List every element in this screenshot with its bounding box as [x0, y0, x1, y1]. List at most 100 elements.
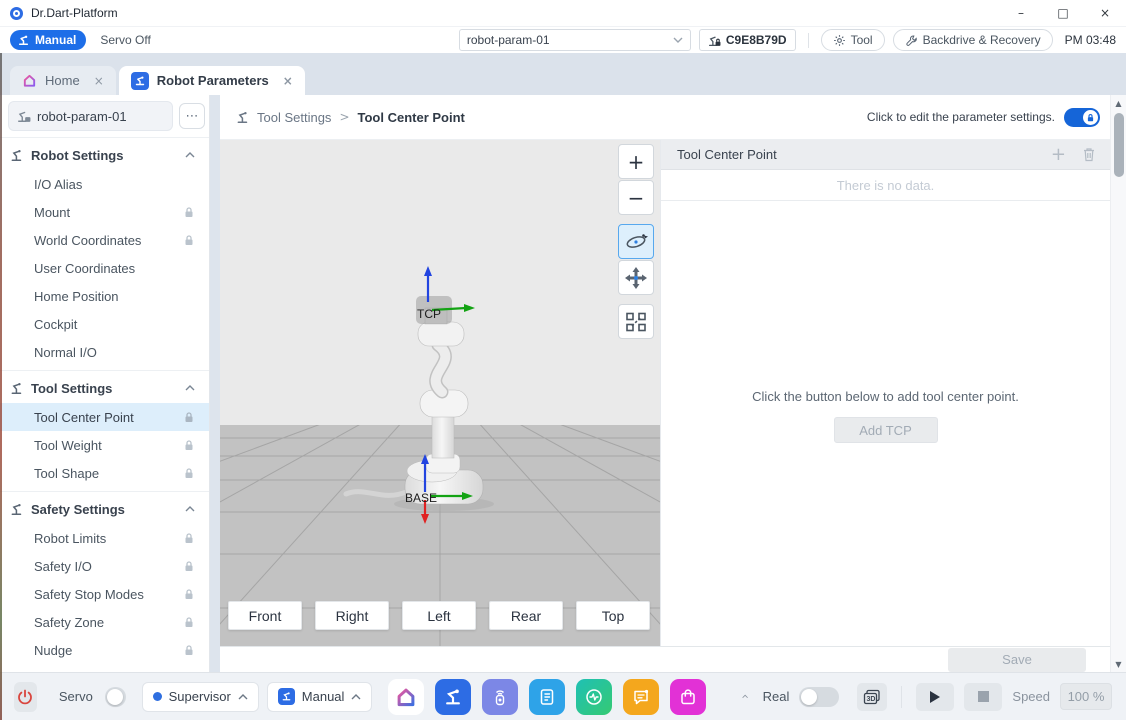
add-tcp-button[interactable]: Add TCP — [834, 417, 938, 443]
sidebar-item-home-position[interactable]: Home Position — [0, 282, 209, 310]
app-task-writer-icon[interactable] — [529, 679, 565, 715]
param-name-input[interactable] — [37, 109, 157, 124]
section-header-tool-settings[interactable]: Tool Settings — [0, 373, 209, 403]
servo-status-label: Servo Off — [100, 33, 150, 47]
measure-button[interactable] — [618, 304, 654, 339]
app-logo-icon — [10, 7, 23, 20]
add-icon[interactable]: + — [1051, 146, 1066, 164]
tool-button[interactable]: Tool — [821, 29, 885, 51]
sidebar-item-cockpit[interactable]: Cockpit — [0, 310, 209, 338]
manual-mode-label: Manual — [35, 33, 76, 47]
sidebar-item-user-coordinates[interactable]: User Coordinates — [0, 254, 209, 282]
view-front-button[interactable]: Front — [228, 601, 302, 630]
speed-value[interactable]: 100 % — [1060, 683, 1112, 710]
lock-icon — [183, 560, 195, 572]
pan-button[interactable] — [618, 260, 654, 295]
chevron-up-icon — [238, 694, 248, 700]
save-button[interactable]: Save — [948, 648, 1086, 672]
view-left-button[interactable]: Left — [402, 601, 476, 630]
app-store-icon[interactable] — [670, 679, 706, 715]
play-button[interactable] — [916, 683, 954, 711]
chevron-up-icon[interactable] — [185, 506, 195, 512]
chevron-up-icon[interactable] — [185, 152, 195, 158]
servo-label: Servo — [59, 689, 93, 704]
zoom-out-button[interactable]: − — [618, 180, 654, 215]
empty-data-message: There is no data. — [661, 170, 1110, 201]
power-button[interactable] — [14, 682, 37, 712]
manual-mode-button[interactable]: Manual — [10, 30, 86, 50]
chevron-down-icon — [673, 37, 683, 43]
home-icon — [22, 73, 37, 88]
sidebar-item-robot-limits[interactable]: Robot Limits — [0, 524, 209, 552]
minimize-button[interactable]: – — [1000, 0, 1042, 26]
robot-icon — [10, 381, 24, 395]
app-log-icon[interactable] — [623, 679, 659, 715]
scroll-up-icon[interactable]: ▲ — [1111, 95, 1126, 111]
backdrive-recovery-button[interactable]: Backdrive & Recovery — [893, 29, 1053, 51]
titlebar: Dr.Dart-Platform – □ × — [0, 0, 1126, 27]
sidebar-item-tool-center-point[interactable]: Tool Center Point — [0, 403, 209, 431]
role-select[interactable]: Supervisor — [142, 682, 259, 712]
app-robot-parameters-icon[interactable] — [435, 679, 471, 715]
scrollbar-thumb[interactable] — [1114, 113, 1124, 177]
tab-strip: Home × Robot Parameters × — [0, 53, 1126, 95]
item-label: Home Position — [34, 289, 119, 304]
top-toolbar: Manual Servo Off robot-param-01 C9E8B79D… — [0, 27, 1126, 53]
param-name-field[interactable] — [8, 101, 173, 131]
speed-label: Speed — [1012, 689, 1050, 704]
backdrive-recovery-label: Backdrive & Recovery — [923, 33, 1041, 47]
sidebar-item-nudge[interactable]: Nudge — [0, 636, 209, 664]
edit-lock-toggle[interactable] — [1064, 108, 1100, 127]
robot-lock-icon — [708, 34, 721, 47]
controller-serial-badge[interactable]: C9E8B79D — [699, 29, 796, 51]
tab-home[interactable]: Home × — [10, 66, 116, 95]
dock-expand-icon[interactable] — [742, 693, 748, 700]
app-remote-control-icon[interactable] — [482, 679, 518, 715]
maximize-button[interactable]: □ — [1042, 0, 1084, 26]
clock: PM 03:48 — [1065, 33, 1116, 47]
sidebar-item-safety-stop-modes[interactable]: Safety Stop Modes — [0, 580, 209, 608]
item-label: Tool Weight — [34, 438, 102, 453]
sidebar-item-safety-io[interactable]: Safety I/O — [0, 552, 209, 580]
robot-3d-viewport[interactable]: TCP BASE + − — [220, 140, 660, 646]
lock-icon — [183, 206, 195, 218]
orbit-rotate-button[interactable] — [618, 224, 654, 259]
robot-3d-scene[interactable]: TCP BASE — [220, 140, 660, 646]
app-monitoring-icon[interactable] — [576, 679, 612, 715]
app-home-icon[interactable] — [388, 679, 424, 715]
sidebar-item-safety-zone[interactable]: Safety Zone — [0, 608, 209, 636]
view-right-button[interactable]: Right — [315, 601, 389, 630]
more-options-button[interactable]: ⋯ — [179, 103, 205, 129]
chevron-up-icon[interactable] — [185, 385, 195, 391]
sidebar-item-io-alias[interactable]: I/O Alias — [0, 170, 209, 198]
gear-icon — [833, 34, 846, 47]
section-header-safety-settings[interactable]: Safety Settings — [0, 494, 209, 524]
vertical-scrollbar[interactable]: ▲ ▼ — [1110, 95, 1126, 672]
view-rear-button[interactable]: Rear — [489, 601, 563, 630]
servo-toggle[interactable] — [105, 687, 126, 707]
tab-robot-parameters[interactable]: Robot Parameters × — [119, 66, 305, 95]
trash-icon[interactable] — [1082, 147, 1096, 162]
robot-param-select[interactable]: robot-param-01 — [459, 29, 691, 51]
sidebar-item-world-coordinates[interactable]: World Coordinates — [0, 226, 209, 254]
section-safety-settings: Safety Settings Robot Limits Safety I/O … — [0, 491, 209, 664]
breadcrumb-parent[interactable]: Tool Settings — [257, 110, 331, 125]
sidebar-item-normal-io[interactable]: Normal I/O — [0, 338, 209, 366]
real-toggle[interactable] — [799, 687, 839, 707]
view-top-button[interactable]: Top — [576, 601, 650, 630]
edit-parameters-hint: Click to edit the parameter settings. — [867, 110, 1055, 124]
section-header-robot-settings[interactable]: Robot Settings — [0, 140, 209, 170]
3d-view-button[interactable]: 3D — [857, 683, 887, 711]
tab-home-close-icon[interactable]: × — [94, 74, 104, 88]
sidebar-item-tool-shape[interactable]: Tool Shape — [0, 459, 209, 487]
sidebar-item-tool-weight[interactable]: Tool Weight — [0, 431, 209, 459]
mode-select[interactable]: Manual — [267, 682, 373, 712]
section-tool-settings: Tool Settings Tool Center Point Tool Wei… — [0, 370, 209, 487]
sidebar-item-mount[interactable]: Mount — [0, 198, 209, 226]
stop-button[interactable] — [964, 683, 1002, 711]
tab-robot-parameters-close-icon[interactable]: × — [283, 74, 293, 88]
zoom-in-button[interactable]: + — [618, 144, 654, 179]
item-label: Nudge — [34, 643, 72, 658]
scroll-down-icon[interactable]: ▼ — [1111, 656, 1126, 672]
close-button[interactable]: × — [1084, 0, 1126, 26]
